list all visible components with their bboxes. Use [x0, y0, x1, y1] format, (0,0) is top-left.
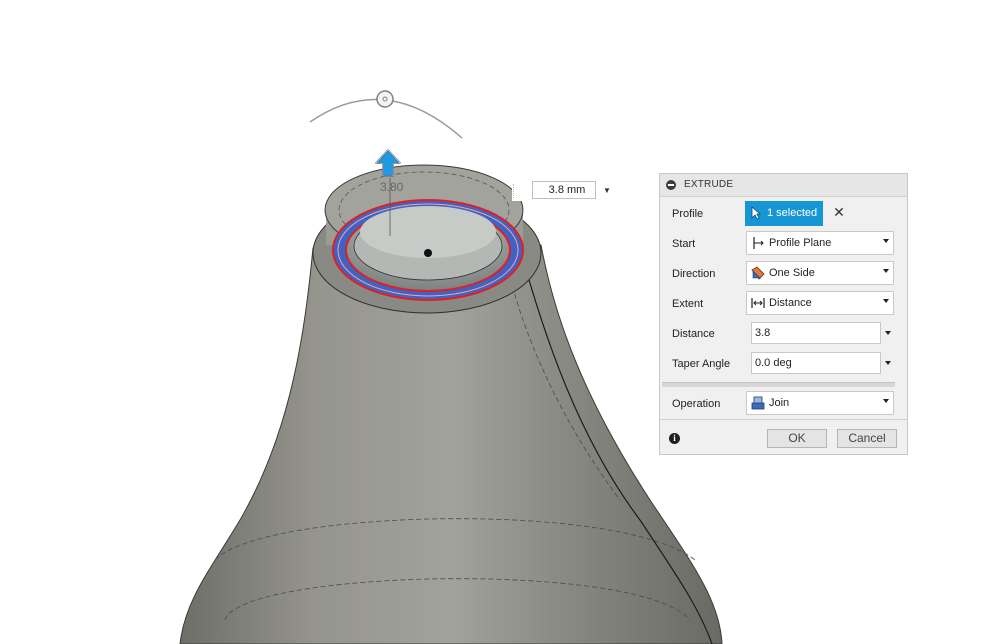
profile-selection-button[interactable]: 1 selected — [745, 201, 823, 226]
start-value: Profile Plane — [769, 237, 832, 249]
extent-label: Extent — [672, 298, 704, 310]
chevron-down-icon — [883, 269, 889, 273]
profile-label: Profile — [672, 208, 704, 220]
distance-icon — [751, 298, 765, 308]
minus-circle-icon[interactable] — [666, 180, 676, 190]
distance-label: Distance — [672, 328, 715, 340]
extent-value: Distance — [769, 297, 812, 309]
operation-label: Operation — [672, 398, 721, 410]
distance-value-field[interactable]: 3.8 mm — [532, 181, 596, 199]
operation-dropdown[interactable]: Join — [746, 391, 894, 415]
start-dropdown[interactable]: Profile Plane — [746, 231, 894, 255]
dialog-footer: i OK Cancel — [660, 419, 907, 455]
close-icon[interactable]: ✕ — [832, 205, 846, 219]
dropdown-caret-icon[interactable]: ▼ — [601, 181, 613, 201]
operation-value: Join — [769, 397, 790, 409]
direction-value: One Side — [769, 267, 815, 279]
start-label: Start — [672, 238, 696, 250]
join-icon — [751, 396, 765, 410]
info-icon[interactable]: i — [669, 433, 680, 444]
direction-icon — [751, 266, 765, 280]
direction-dropdown[interactable]: One Side — [746, 261, 894, 285]
cursor-icon — [751, 206, 761, 220]
extent-dropdown[interactable]: Distance — [746, 291, 894, 315]
chevron-down-icon — [883, 299, 889, 303]
chevron-down-icon — [883, 239, 889, 243]
chevron-down-icon[interactable] — [885, 331, 891, 335]
chevron-down-icon[interactable] — [885, 361, 891, 365]
section-divider[interactable] — [662, 382, 895, 387]
cancel-button[interactable]: Cancel — [837, 429, 897, 448]
rotate-handle[interactable] — [376, 90, 394, 108]
dialog-header[interactable]: EXTRUDE — [660, 174, 907, 197]
start-plane-icon — [753, 237, 764, 249]
direction-label: Direction — [672, 268, 716, 280]
ok-button[interactable]: OK — [767, 429, 827, 448]
taper-angle-value: 0.0 deg — [755, 357, 792, 369]
dimension-label: 3.80 — [380, 180, 404, 194]
drag-handle[interactable] — [513, 184, 517, 198]
distance-floating-input[interactable]: 3.8 mm ▼ — [512, 181, 612, 201]
dialog-title: EXTRUDE — [684, 179, 734, 190]
extrude-dialog: EXTRUDE Profile 1 selected ✕ Start Profi… — [659, 173, 908, 455]
distance-input[interactable]: 3.8 — [751, 322, 881, 344]
sketch-center-point — [424, 249, 432, 257]
taper-angle-label: Taper Angle — [672, 358, 731, 370]
distance-value: 3.8 — [755, 327, 771, 339]
taper-angle-input[interactable]: 0.0 deg — [751, 352, 881, 374]
chevron-down-icon — [883, 399, 889, 403]
profile-selection-text: 1 selected — [767, 207, 818, 219]
